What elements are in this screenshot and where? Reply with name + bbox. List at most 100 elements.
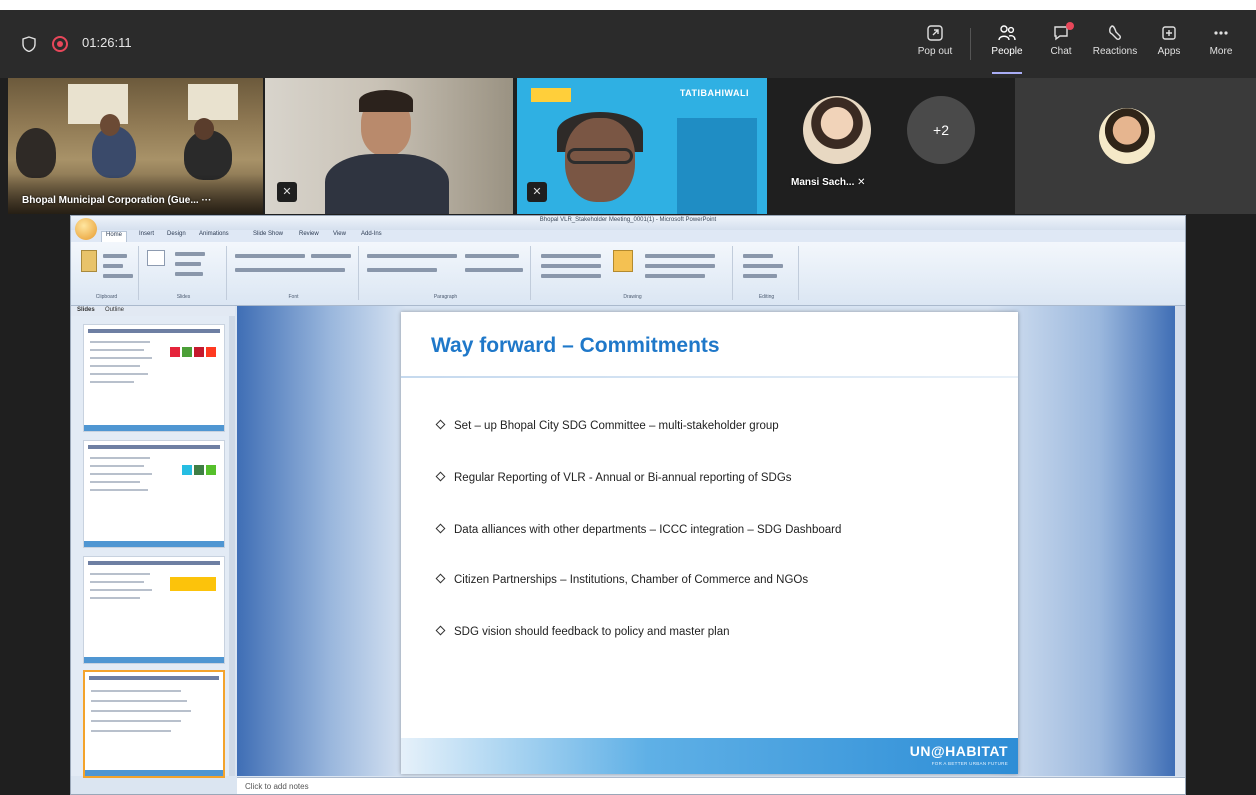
slide-thumbnail[interactable] <box>83 440 225 548</box>
paste-icon[interactable] <box>81 250 97 272</box>
diamond-bullet-icon <box>435 625 446 636</box>
ppt-window-title: Bhopal VLR_Stakeholder Meeting_0001(1) -… <box>539 217 717 223</box>
tab-review[interactable]: Review <box>299 231 319 237</box>
mic-muted-icon: ✕ <box>527 182 547 202</box>
room-person-head <box>100 114 120 136</box>
people-button[interactable]: People <box>978 22 1036 74</box>
shield-icon <box>22 36 36 52</box>
slide-thumbnail[interactable] <box>83 324 225 432</box>
participant-tile-video[interactable]: ✕ <box>265 78 513 214</box>
tab-view[interactable]: View <box>333 231 346 237</box>
tab-slides[interactable]: Slides <box>77 307 95 313</box>
room-window <box>188 84 238 120</box>
slide-thumbnail[interactable] <box>83 556 225 664</box>
ppt-ribbon-tabs: Home Insert Design Animations Slide Show… <box>71 230 1185 242</box>
un-habitat-logo: UN@HABITAT <box>909 743 1008 759</box>
slide-bullet: Citizen Partnerships – Institutions, Cha… <box>435 573 808 586</box>
notes-placeholder: Click to add notes <box>245 782 309 791</box>
room-person-head <box>194 118 214 140</box>
diamond-bullet-icon <box>435 419 446 430</box>
people-label: People <box>991 46 1023 57</box>
teams-meeting-window: 01:26:11 Pop out People Chat Reactions A… <box>0 10 1256 795</box>
slide-thumbnail-selected[interactable] <box>83 670 225 778</box>
slide-thumbnails-panel <box>71 316 235 778</box>
ribbon-group-label: Drawing <box>623 294 642 300</box>
participant-tile-video[interactable]: TATIBAHIWALI ✕ <box>517 78 767 214</box>
slide-vertical-scrollbar[interactable] <box>1175 306 1185 776</box>
chat-notification-badge <box>1066 22 1074 30</box>
slide-bullet: Regular Reporting of VLR - Annual or Bi-… <box>435 471 792 484</box>
slide-bullet: SDG vision should feedback to policy and… <box>435 625 730 638</box>
new-slide-icon[interactable] <box>147 250 165 266</box>
diamond-bullet-icon <box>435 471 446 482</box>
avatar <box>1099 108 1155 164</box>
ribbon-group-label: Paragraph <box>433 294 458 300</box>
slides-outline-tabs: Slides Outline <box>71 306 235 316</box>
banner-graphic <box>531 88 571 102</box>
tile-shade <box>8 174 263 214</box>
slide-title: Way forward – Commitments <box>431 334 720 357</box>
reactions-label: Reactions <box>1092 46 1138 57</box>
slide-footer-band: UN@HABITAT FOR A BETTER URBAN FUTURE <box>401 738 1018 774</box>
participant-body <box>325 154 449 214</box>
tab-design[interactable]: Design <box>167 231 186 237</box>
participant-tile-room[interactable]: Bhopal Municipal Corporation (Gue... ··· <box>8 78 263 214</box>
room-window <box>68 84 128 124</box>
chat-label: Chat <box>1050 46 1072 57</box>
reactions-icon <box>1109 25 1121 40</box>
diamond-bullet-icon <box>435 573 446 584</box>
ribbon-group-paragraph: Paragraph <box>361 246 531 300</box>
slide-bullet: Set – up Bhopal City SDG Committee – mul… <box>435 419 779 432</box>
ribbon-group-drawing: Drawing <box>533 246 733 300</box>
participant-tile-avatar[interactable]: Mansi Sach... ✕ <box>771 78 901 214</box>
current-slide[interactable]: Way forward – Commitments Set – up Bhopa… <box>401 312 1018 774</box>
people-icon <box>998 25 1016 41</box>
diamond-bullet-icon <box>435 523 446 534</box>
participant-name-mansi: Mansi Sach... ✕ <box>791 177 866 188</box>
slide-bullet: Data alliances with other departments – … <box>435 523 841 536</box>
reactions-button[interactable]: Reactions <box>1086 22 1144 68</box>
ribbon-group-slides: Slides <box>141 246 227 300</box>
office-button-icon[interactable] <box>75 218 97 240</box>
tab-slide-show[interactable]: Slide Show <box>253 231 283 237</box>
ribbon-group-label: Slides <box>176 294 191 300</box>
participant-tile-avatar[interactable] <box>1015 78 1256 214</box>
notes-pane[interactable]: Click to add notes <box>237 777 1185 794</box>
banner-building <box>677 118 757 214</box>
participant-name-room: Bhopal Municipal Corporation (Gue... ··· <box>22 195 212 206</box>
ppt-ribbon: Clipboard Slides Font Paragraph Drawing … <box>71 242 1185 306</box>
toolbar-divider <box>970 28 971 60</box>
ribbon-group-clipboard: Clipboard <box>75 246 139 300</box>
powerpoint-window: Bhopal VLR_Stakeholder Meeting_0001(1) -… <box>70 215 1186 795</box>
room-person <box>16 128 56 178</box>
ppt-title-bar: Bhopal VLR_Stakeholder Meeting_0001(1) -… <box>71 216 1185 230</box>
pop-out-label: Pop out <box>917 46 953 57</box>
tab-home[interactable]: Home <box>101 231 128 242</box>
ribbon-group-font: Font <box>229 246 359 300</box>
tab-outline[interactable]: Outline <box>105 307 124 313</box>
overflow-count[interactable]: +2 <box>907 96 975 164</box>
avatar <box>803 96 871 164</box>
more-icon <box>1214 31 1228 35</box>
popout-icon <box>927 25 943 41</box>
apps-button[interactable]: Apps <box>1140 22 1198 68</box>
slide-title-divider <box>401 376 1018 378</box>
apps-label: Apps <box>1157 46 1181 57</box>
tab-animations[interactable]: Animations <box>199 231 229 237</box>
tab-insert[interactable]: Insert <box>139 231 154 237</box>
overflow-participants-tile[interactable]: +2 <box>903 78 1011 214</box>
recording-icon <box>52 36 68 52</box>
pop-out-button[interactable]: Pop out <box>906 22 964 68</box>
background-banner-text: TATIBAHIWALI <box>679 88 749 98</box>
ribbon-group-editing: Editing <box>735 246 799 300</box>
chat-button[interactable]: Chat <box>1032 22 1090 68</box>
thumbnails-scrollbar[interactable] <box>229 316 235 776</box>
quick-styles-icon[interactable] <box>613 250 633 272</box>
tab-add-ins[interactable]: Add-Ins <box>361 231 382 237</box>
ribbon-group-label: Editing <box>758 294 775 300</box>
stage-right-margin <box>1186 215 1256 795</box>
apps-icon <box>1162 26 1176 40</box>
more-button[interactable]: More <box>1192 22 1250 68</box>
ribbon-group-label: Clipboard <box>95 294 118 300</box>
participant-hair <box>359 90 413 112</box>
